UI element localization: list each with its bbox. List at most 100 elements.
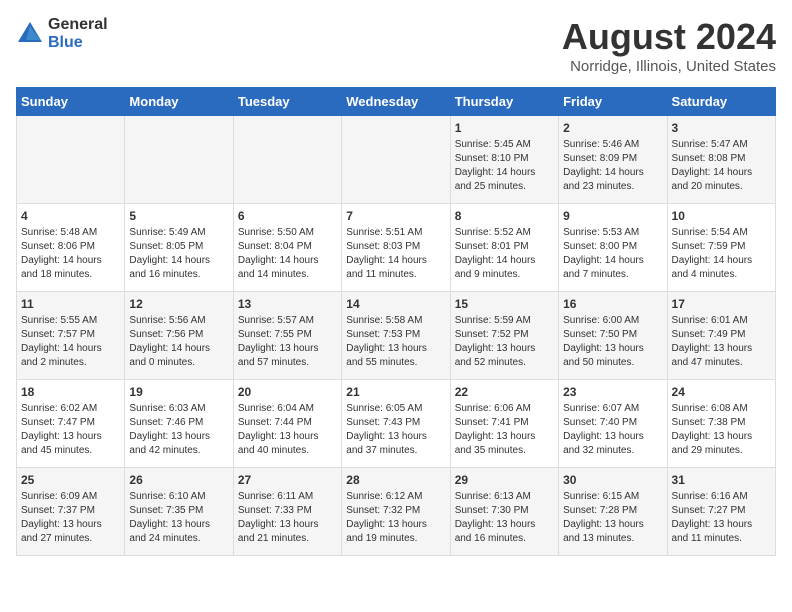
- calendar-header: SundayMondayTuesdayWednesdayThursdayFrid…: [17, 88, 776, 116]
- day-number: 9: [563, 209, 662, 223]
- calendar-cell: 11 Sunrise: 5:55 AM Sunset: 7:57 PM Dayli…: [17, 292, 125, 380]
- calendar-cell: 13 Sunrise: 5:57 AM Sunset: 7:55 PM Dayli…: [233, 292, 341, 380]
- logo-text: General Blue: [48, 16, 108, 51]
- calendar-cell: [342, 116, 450, 204]
- day-number: 8: [455, 209, 554, 223]
- calendar-cell: 9 Sunrise: 5:53 AM Sunset: 8:00 PM Daylig…: [559, 204, 667, 292]
- header-day: Wednesday: [342, 88, 450, 116]
- logo: General Blue: [16, 16, 108, 51]
- calendar-cell: 8 Sunrise: 5:52 AM Sunset: 8:01 PM Daylig…: [450, 204, 558, 292]
- header-day: Thursday: [450, 88, 558, 116]
- day-content: Sunrise: 5:54 AM Sunset: 7:59 PM Dayligh…: [672, 226, 771, 282]
- header-day: Monday: [125, 88, 233, 116]
- day-content: Sunrise: 5:55 AM Sunset: 7:57 PM Dayligh…: [21, 314, 120, 370]
- day-number: 18: [21, 385, 120, 399]
- calendar-cell: 23Sunrise: 6:07 AM Sunset: 7:40 PM Dayli…: [559, 380, 667, 468]
- day-number: 6: [238, 209, 337, 223]
- day-content: Sunrise: 6:16 AM Sunset: 7:27 PM Dayligh…: [672, 490, 771, 546]
- calendar-table: SundayMondayTuesdayWednesdayThursdayFrid…: [16, 87, 776, 556]
- day-content: Sunrise: 5:51 AM Sunset: 8:03 PM Dayligh…: [346, 226, 445, 282]
- day-content: Sunrise: 6:03 AM Sunset: 7:46 PM Dayligh…: [129, 402, 228, 458]
- day-number: 20: [238, 385, 337, 399]
- logo-icon: [16, 20, 44, 48]
- calendar-cell: [233, 116, 341, 204]
- calendar-cell: 14 Sunrise: 5:58 AM Sunset: 7:53 PM Dayli…: [342, 292, 450, 380]
- day-content: Sunrise: 6:11 AM Sunset: 7:33 PM Dayligh…: [238, 490, 337, 546]
- logo-general-text: General: [48, 16, 108, 34]
- day-number: 24: [672, 385, 771, 399]
- title-block: August 2024 Norridge, Illinois, United S…: [562, 16, 776, 75]
- day-number: 2: [563, 121, 662, 135]
- day-content: Sunrise: 6:08 AM Sunset: 7:38 PM Dayligh…: [672, 402, 771, 458]
- day-content: Sunrise: 5:52 AM Sunset: 8:01 PM Dayligh…: [455, 226, 554, 282]
- logo-blue-text: Blue: [48, 34, 108, 52]
- day-number: 13: [238, 297, 337, 311]
- day-content: Sunrise: 6:09 AM Sunset: 7:37 PM Dayligh…: [21, 490, 120, 546]
- calendar-cell: 18 Sunrise: 6:02 AM Sunset: 7:47 PM Dayli…: [17, 380, 125, 468]
- day-content: Sunrise: 5:53 AM Sunset: 8:00 PM Dayligh…: [563, 226, 662, 282]
- calendar-week-row: 11 Sunrise: 5:55 AM Sunset: 7:57 PM Dayli…: [17, 292, 776, 380]
- calendar-week-row: 18 Sunrise: 6:02 AM Sunset: 7:47 PM Dayli…: [17, 380, 776, 468]
- day-number: 21: [346, 385, 445, 399]
- day-number: 28: [346, 473, 445, 487]
- day-number: 3: [672, 121, 771, 135]
- header-day: Saturday: [667, 88, 775, 116]
- day-content: Sunrise: 5:46 AM Sunset: 8:09 PM Dayligh…: [563, 138, 662, 194]
- day-number: 12: [129, 297, 228, 311]
- calendar-cell: 28 Sunrise: 6:12 AM Sunset: 7:32 PM Dayli…: [342, 468, 450, 556]
- calendar-cell: 10Sunrise: 5:54 AM Sunset: 7:59 PM Dayli…: [667, 204, 775, 292]
- day-number: 14: [346, 297, 445, 311]
- calendar-cell: [17, 116, 125, 204]
- day-number: 22: [455, 385, 554, 399]
- day-number: 1: [455, 121, 554, 135]
- day-content: Sunrise: 5:57 AM Sunset: 7:55 PM Dayligh…: [238, 314, 337, 370]
- calendar-cell: 20Sunrise: 6:04 AM Sunset: 7:44 PM Dayli…: [233, 380, 341, 468]
- day-number: 30: [563, 473, 662, 487]
- day-content: Sunrise: 5:56 AM Sunset: 7:56 PM Dayligh…: [129, 314, 228, 370]
- calendar-cell: 25 Sunrise: 6:09 AM Sunset: 7:37 PM Dayli…: [17, 468, 125, 556]
- day-content: Sunrise: 6:00 AM Sunset: 7:50 PM Dayligh…: [563, 314, 662, 370]
- day-content: Sunrise: 6:15 AM Sunset: 7:28 PM Dayligh…: [563, 490, 662, 546]
- day-content: Sunrise: 6:10 AM Sunset: 7:35 PM Dayligh…: [129, 490, 228, 546]
- calendar-cell: 16 Sunrise: 6:00 AM Sunset: 7:50 PM Dayli…: [559, 292, 667, 380]
- calendar-week-row: 4Sunrise: 5:48 AM Sunset: 8:06 PM Daylig…: [17, 204, 776, 292]
- calendar-cell: 31Sunrise: 6:16 AM Sunset: 7:27 PM Dayli…: [667, 468, 775, 556]
- calendar-cell: 2 Sunrise: 5:46 AM Sunset: 8:09 PM Daylig…: [559, 116, 667, 204]
- day-number: 19: [129, 385, 228, 399]
- calendar-cell: 26Sunrise: 6:10 AM Sunset: 7:35 PM Dayli…: [125, 468, 233, 556]
- calendar-cell: 4Sunrise: 5:48 AM Sunset: 8:06 PM Daylig…: [17, 204, 125, 292]
- calendar-cell: 7 Sunrise: 5:51 AM Sunset: 8:03 PM Daylig…: [342, 204, 450, 292]
- header-day: Friday: [559, 88, 667, 116]
- calendar-cell: 24 Sunrise: 6:08 AM Sunset: 7:38 PM Dayli…: [667, 380, 775, 468]
- day-content: Sunrise: 5:47 AM Sunset: 8:08 PM Dayligh…: [672, 138, 771, 194]
- day-content: Sunrise: 5:50 AM Sunset: 8:04 PM Dayligh…: [238, 226, 337, 282]
- day-content: Sunrise: 5:48 AM Sunset: 8:06 PM Dayligh…: [21, 226, 120, 282]
- day-number: 17: [672, 297, 771, 311]
- day-number: 16: [563, 297, 662, 311]
- day-content: Sunrise: 6:12 AM Sunset: 7:32 PM Dayligh…: [346, 490, 445, 546]
- calendar-cell: 15Sunrise: 5:59 AM Sunset: 7:52 PM Dayli…: [450, 292, 558, 380]
- day-content: Sunrise: 6:05 AM Sunset: 7:43 PM Dayligh…: [346, 402, 445, 458]
- day-number: 25: [21, 473, 120, 487]
- day-content: Sunrise: 5:45 AM Sunset: 8:10 PM Dayligh…: [455, 138, 554, 194]
- calendar-cell: 3 Sunrise: 5:47 AM Sunset: 8:08 PM Daylig…: [667, 116, 775, 204]
- day-number: 5: [129, 209, 228, 223]
- day-content: Sunrise: 5:58 AM Sunset: 7:53 PM Dayligh…: [346, 314, 445, 370]
- subtitle: Norridge, Illinois, United States: [562, 58, 776, 75]
- day-content: Sunrise: 6:06 AM Sunset: 7:41 PM Dayligh…: [455, 402, 554, 458]
- calendar-cell: 29Sunrise: 6:13 AM Sunset: 7:30 PM Dayli…: [450, 468, 558, 556]
- day-number: 7: [346, 209, 445, 223]
- day-number: 11: [21, 297, 120, 311]
- header-day: Tuesday: [233, 88, 341, 116]
- calendar-cell: 19 Sunrise: 6:03 AM Sunset: 7:46 PM Dayli…: [125, 380, 233, 468]
- calendar-cell: 27 Sunrise: 6:11 AM Sunset: 7:33 PM Dayli…: [233, 468, 341, 556]
- day-content: Sunrise: 6:01 AM Sunset: 7:49 PM Dayligh…: [672, 314, 771, 370]
- calendar-cell: 30 Sunrise: 6:15 AM Sunset: 7:28 PM Dayli…: [559, 468, 667, 556]
- main-title: August 2024: [562, 16, 776, 58]
- calendar-cell: 6 Sunrise: 5:50 AM Sunset: 8:04 PM Daylig…: [233, 204, 341, 292]
- day-number: 27: [238, 473, 337, 487]
- day-content: Sunrise: 6:02 AM Sunset: 7:47 PM Dayligh…: [21, 402, 120, 458]
- calendar-cell: 17 Sunrise: 6:01 AM Sunset: 7:49 PM Dayli…: [667, 292, 775, 380]
- day-number: 15: [455, 297, 554, 311]
- calendar-body: 1 Sunrise: 5:45 AM Sunset: 8:10 PM Daylig…: [17, 116, 776, 556]
